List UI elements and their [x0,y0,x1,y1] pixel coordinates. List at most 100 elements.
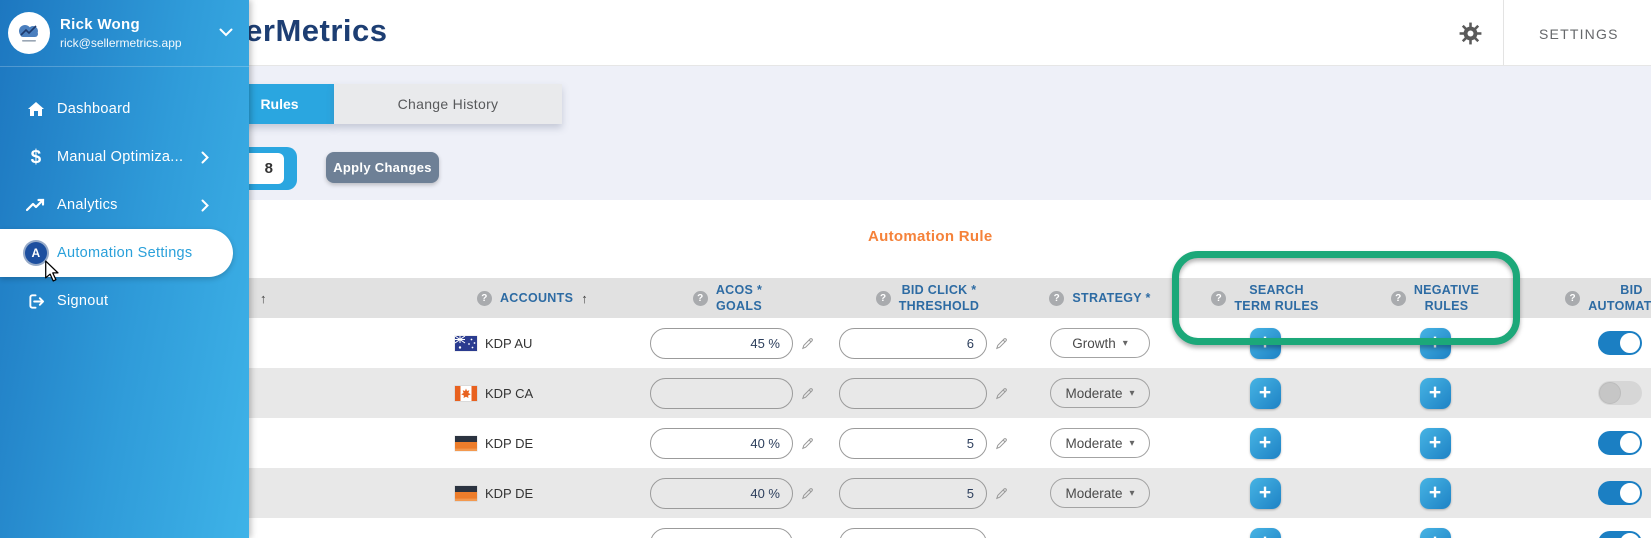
bid-automation-cell [1520,431,1651,455]
sidebar-item-signout[interactable]: Signout [0,277,249,325]
settings-menu-label[interactable]: SETTINGS [1539,26,1619,42]
strategy-value: Moderate [1065,485,1123,501]
help-icon[interactable] [1211,290,1227,306]
sidebar-item-manual-optimization[interactable]: Manual Optimiza... [0,133,249,181]
gear-icon[interactable] [1459,22,1482,50]
account-label: KDP DE [485,485,534,501]
avatar [8,12,50,54]
sidebar-item-label: Manual Optimiza... [57,149,184,165]
strategy-select[interactable]: Growth [1050,328,1150,358]
strategy-cell: Growth [1020,328,1180,358]
user-profile[interactable]: Rick Wong rick@sellermetrics.app [0,0,249,67]
caret-down-icon [1130,488,1135,499]
column-header-accounts[interactable]: ACCOUNTS [445,290,620,306]
sidebar-item-automation-settings[interactable]: Automation Settings [0,229,233,277]
add-negative-rule-button[interactable] [1419,427,1451,459]
sort-ascending-icon [260,291,267,306]
chevron-right-icon [201,199,209,212]
add-negative-rule-button[interactable] [1419,477,1451,509]
search-term-rules-cell [1180,377,1350,409]
edit-pencil-icon[interactable] [995,387,1008,400]
tab-rules-label: Rules [260,96,299,112]
column-header-strategy: STRATEGY * [1020,290,1180,306]
screen: SellerMetrics SETTINGS Rules Change Hist… [0,0,1651,538]
help-icon[interactable] [1049,290,1065,306]
add-negative-rule-button[interactable] [1419,327,1451,359]
caret-down-icon [1130,388,1135,399]
edit-pencil-icon[interactable] [801,487,814,500]
add-search-term-rule-button[interactable] [1249,477,1281,509]
add-search-term-rule-button[interactable] [1249,527,1281,538]
tab-change-history[interactable]: Change History [334,84,562,124]
column-label: THRESHOLD [898,299,980,313]
edit-pencil-icon[interactable] [995,487,1008,500]
sidebar-item-analytics[interactable]: Analytics [0,181,249,229]
bid-automation-toggle[interactable] [1598,431,1642,455]
apply-changes-button[interactable]: Apply Changes [326,152,439,183]
edit-pencil-icon[interactable] [995,437,1008,450]
sidebar-item-label: Automation Settings [57,245,193,261]
column-label: ACOS * [715,282,763,297]
bid-automation-toggle[interactable] [1598,481,1642,505]
negative-rules-cell [1350,377,1520,409]
flag-au-icon [455,335,477,351]
acos-goal-cell [620,327,835,359]
bid-click-threshold-input[interactable] [839,477,987,509]
bid-click-threshold-input[interactable] [839,377,987,409]
add-search-term-rule-button[interactable] [1249,327,1281,359]
bid-click-threshold-input[interactable] [839,427,987,459]
sidebar-item-dashboard[interactable]: Dashboard [0,85,249,133]
column-label: SEARCH [1249,282,1304,297]
bid-click-threshold-input[interactable] [839,527,987,538]
bid-automation-toggle [1598,381,1642,405]
sort-ascending-icon [581,291,588,306]
bid-click-threshold-cell [835,427,1020,459]
column-header-bid-automation: BID AUTOMATION [1520,282,1651,315]
bid-click-threshold-cell [835,477,1020,509]
column-label: RULES [1424,299,1469,313]
add-search-term-rule-button[interactable] [1249,427,1281,459]
bid-automation-toggle[interactable] [1598,331,1642,355]
flag-ca-icon [455,385,477,401]
bid-automation-cell [1520,381,1651,405]
chevron-down-icon[interactable] [219,24,233,42]
strategy-select[interactable]: Moderate [1050,428,1150,458]
account-cell: KDP AU [445,335,620,351]
bid-click-threshold-cell [835,327,1020,359]
edit-pencil-icon[interactable] [801,437,814,450]
search-term-rules-cell [1180,427,1350,459]
add-search-term-rule-button[interactable] [1249,377,1281,409]
column-label: BID [1620,282,1643,297]
help-icon[interactable] [692,290,708,306]
sidebar-menu: Dashboard Manual Optimiza... Analytics [0,85,249,325]
edit-pencil-icon[interactable] [801,337,814,350]
negative-rules-cell [1350,527,1520,538]
add-negative-rule-button[interactable] [1419,527,1451,538]
acos-goal-input[interactable] [650,527,793,538]
help-icon[interactable] [1565,290,1581,306]
column-header-bid-click-threshold: BID CLICK * THRESHOLD [835,282,1020,315]
signout-icon [16,293,56,310]
bid-automation-toggle[interactable] [1598,531,1642,538]
edit-pencil-icon[interactable] [995,337,1008,350]
acos-goal-input[interactable] [650,377,793,409]
sidebar-item-label: Analytics [57,197,118,213]
strategy-value: Growth [1072,335,1116,351]
bid-click-threshold-input[interactable] [839,327,987,359]
strategy-select[interactable]: Moderate [1050,378,1150,408]
account-label: KDP CA [485,385,534,401]
acos-goal-input[interactable] [650,327,793,359]
help-icon[interactable] [875,290,891,306]
acos-goal-input[interactable] [650,477,793,509]
account-cell: KDP DE [445,485,620,501]
bid-automation-cell [1520,481,1651,505]
strategy-value: Moderate [1065,435,1123,451]
add-negative-rule-button[interactable] [1419,377,1451,409]
column-header-acos-goals: ACOS * GOALS [620,282,835,315]
help-icon[interactable] [476,290,492,306]
acos-goal-input[interactable] [650,427,793,459]
strategy-select[interactable]: Moderate [1050,478,1150,508]
edit-pencil-icon[interactable] [801,387,814,400]
help-icon[interactable] [1390,290,1406,306]
bid-automation-cell [1520,531,1651,538]
